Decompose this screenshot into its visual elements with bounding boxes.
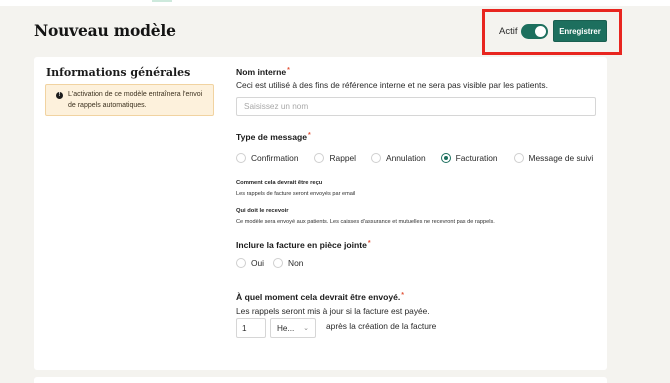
- radio-confirmation[interactable]: Confirmation: [236, 153, 298, 163]
- radio-annulation[interactable]: Annulation: [371, 153, 426, 163]
- info-circle-icon: !: [56, 92, 63, 99]
- radio-oui[interactable]: Oui: [236, 258, 264, 268]
- radio-label: Non: [288, 258, 304, 268]
- radio-message-de-suivi[interactable]: Message de suivi: [513, 153, 594, 163]
- radio-label: Message de suivi: [528, 153, 594, 163]
- radio-control[interactable]: [371, 153, 382, 163]
- required-mark: *: [367, 240, 371, 247]
- radio-label: Rappel: [329, 153, 357, 163]
- radio-label: Annulation: [386, 153, 426, 163]
- top-accent: [152, 0, 172, 2]
- recipient-text: Ce modèle sera envoyé aux patients. Les …: [236, 219, 495, 225]
- name-label: Nom interne*: [236, 67, 290, 77]
- timing-label: À quel moment cela devrait être envoyé.*: [236, 292, 404, 302]
- active-label: Actif: [499, 26, 518, 37]
- quantity-input[interactable]: [236, 318, 266, 338]
- info-alert: ! L'activation de ce modèle entraînera l…: [45, 84, 214, 116]
- save-button[interactable]: Enregistrer: [553, 20, 607, 42]
- radio-control[interactable]: [314, 153, 325, 163]
- top-strip: [0, 0, 670, 6]
- message-type-options: Confirmation Rappel Annulation Facturati…: [236, 153, 593, 163]
- radio-control[interactable]: [440, 153, 451, 163]
- attach-invoice-label: Inclure la facture en pièce jointe*: [236, 240, 371, 250]
- receipt-text: Les rappels de facture seront envoyés pa…: [236, 191, 356, 197]
- attach-invoice-options: Oui Non: [236, 258, 303, 268]
- message-type-label-text: Type de message: [236, 132, 308, 142]
- page-title: Nouveau modèle: [34, 21, 176, 40]
- active-toggle[interactable]: [521, 24, 548, 39]
- required-mark: *: [308, 132, 311, 139]
- unit-select[interactable]: He... ⌄: [270, 318, 316, 338]
- unit-select-value: He...: [277, 323, 295, 333]
- radio-control[interactable]: [236, 258, 246, 268]
- required-mark: *: [401, 292, 405, 299]
- timing-help: Les rappels seront mis à jour si la fact…: [236, 306, 430, 316]
- name-help: Ceci est utilisé à des fins de référence…: [236, 80, 548, 90]
- radio-label: Oui: [251, 258, 265, 268]
- receipt-title: Comment cela devrait être reçu: [236, 180, 323, 186]
- name-label-text: Nom interne: [236, 67, 287, 77]
- recipient-title: Qui doit le recevoir: [236, 208, 289, 214]
- section-title: Informations générales: [46, 66, 191, 79]
- radio-non[interactable]: Non: [273, 258, 303, 268]
- timing-label-text: À quel moment cela devrait être envoyé.: [236, 292, 401, 302]
- attach-invoice-label-text: Inclure la facture en pièce jointe: [236, 240, 367, 250]
- name-input[interactable]: [236, 97, 596, 116]
- info-alert-text: L'activation de ce modèle entraînera l'e…: [68, 91, 203, 109]
- radio-rappel[interactable]: Rappel: [314, 153, 356, 163]
- next-card: [34, 377, 607, 383]
- radio-facturation[interactable]: Facturation: [440, 153, 498, 163]
- timing-after-text: après la création de la facture: [326, 321, 437, 331]
- radio-label: Confirmation: [251, 153, 299, 163]
- message-type-label: Type de message*: [236, 132, 311, 142]
- chevron-down-icon: ⌄: [303, 325, 309, 332]
- radio-control[interactable]: [273, 258, 284, 268]
- radio-label: Facturation: [455, 153, 498, 163]
- radio-control[interactable]: [236, 153, 246, 163]
- toggle-knob: [535, 26, 546, 37]
- radio-control[interactable]: [513, 153, 524, 163]
- required-mark: *: [287, 67, 290, 74]
